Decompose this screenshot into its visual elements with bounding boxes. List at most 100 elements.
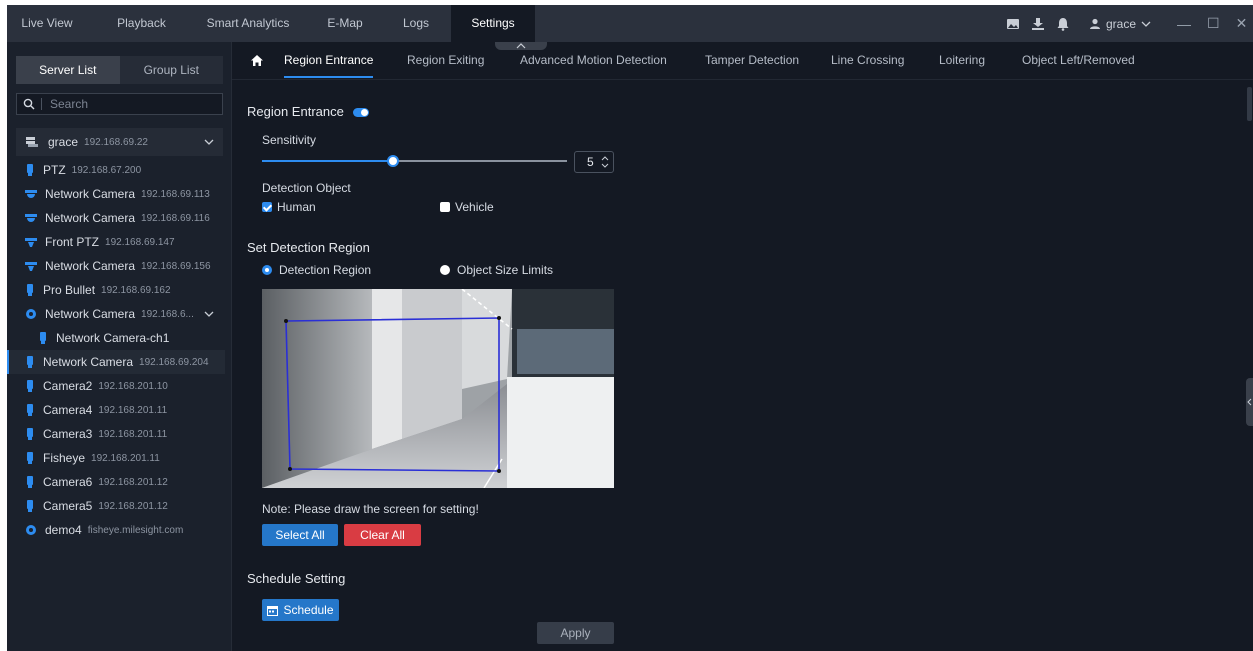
user-menu[interactable]: grace — [1089, 17, 1151, 31]
server-name: grace — [48, 135, 79, 149]
server-icon — [26, 137, 38, 147]
region-entrance-title: Region Entrance — [247, 104, 344, 119]
download-icon[interactable] — [1031, 17, 1045, 31]
device-ip: 192.168.201.11 — [91, 452, 160, 464]
region-entrance-toggle[interactable] — [353, 108, 369, 117]
device-name: Network Camera — [45, 259, 136, 273]
maximize-icon[interactable]: ☐ — [1207, 15, 1220, 32]
sensitivity-slider-knob[interactable] — [387, 155, 399, 167]
sensitivity-stepper[interactable]: 5 — [574, 151, 614, 173]
device-icon-wrap — [25, 404, 43, 416]
device-ip: fisheye.milesight.com — [87, 524, 184, 536]
device-icon-wrap — [25, 380, 43, 392]
set-detection-region-title: Set Detection Region — [247, 240, 370, 255]
device-name: Camera6 — [43, 475, 93, 489]
radio-detection-region[interactable]: Detection Region — [262, 263, 371, 277]
device-ip: 192.168.201.11 — [98, 404, 168, 416]
chevron-down-icon[interactable] — [204, 138, 214, 146]
scrollbar[interactable] — [1247, 87, 1252, 121]
device-icon-wrap — [25, 236, 45, 248]
device-name: Network Camera — [43, 355, 134, 369]
close-icon[interactable]: ✕ — [1236, 15, 1248, 32]
device-row[interactable]: Network Camera 192.168.69.204 — [7, 350, 225, 374]
radio-detection-region-label: Detection Region — [279, 263, 372, 277]
device-panel: Server List Group List Search grace 192.… — [7, 42, 231, 651]
device-row[interactable]: Camera2 192.168.201.10 — [16, 374, 223, 398]
tab-server-list[interactable]: Server List — [16, 56, 120, 84]
subtab-line-crossing[interactable]: Line Crossing — [831, 42, 904, 78]
right-panel-handle[interactable] — [1246, 378, 1253, 426]
top-toolbar: grace — ☐ ✕ — [1006, 5, 1247, 42]
chevron-down-icon[interactable] — [204, 310, 214, 318]
nav-tab-settings[interactable]: Settings — [451, 5, 535, 42]
image-icon[interactable] — [1006, 17, 1020, 31]
device-row[interactable]: Camera5 192.168.201.12 — [16, 494, 223, 518]
subtab-tamper-detection[interactable]: Tamper Detection — [705, 42, 799, 78]
camera-preview-image[interactable] — [262, 289, 614, 488]
draw-note: Note: Please draw the screen for setting… — [262, 502, 479, 516]
schedule-button[interactable]: Schedule — [262, 599, 339, 621]
device-row[interactable]: Network Camera 192.168.6... — [16, 302, 223, 326]
human-checkbox[interactable]: Human — [262, 200, 316, 214]
collapse-toolbar-handle[interactable] — [495, 42, 547, 50]
device-list-tabs: Server List Group List — [16, 56, 223, 84]
nav-tab-live-view[interactable]: Live View — [7, 5, 87, 42]
device-row[interactable]: demo4 fisheye.milesight.com — [16, 518, 223, 542]
device-name: Camera3 — [43, 427, 93, 441]
search-input[interactable]: Search — [16, 93, 223, 115]
device-row[interactable]: Camera4 192.168.201.11 — [16, 398, 223, 422]
device-row[interactable]: Network Camera 192.168.69.116 — [16, 206, 223, 230]
radio-object-size-limits[interactable]: Object Size Limits — [440, 263, 553, 277]
checkbox-checked-icon — [262, 202, 272, 212]
subtab-region-exiting[interactable]: Region Exiting — [407, 42, 484, 78]
camera-preview[interactable] — [262, 289, 614, 488]
device-icon-wrap — [25, 356, 43, 368]
tab-group-list[interactable]: Group List — [120, 56, 224, 84]
nav-tab-e-map[interactable]: E-Map — [307, 5, 383, 42]
bullet-camera-icon — [27, 476, 33, 488]
device-row[interactable]: Front PTZ 192.168.69.147 — [16, 230, 223, 254]
server-ip: 192.168.69.22 — [84, 136, 148, 148]
stepper-arrows-icon[interactable] — [601, 156, 609, 168]
device-row[interactable]: Network Camera-ch1 — [16, 326, 223, 350]
device-ip: 192.168.69.147 — [105, 236, 175, 248]
speed-dome-icon — [25, 238, 37, 247]
nav-tab-logs[interactable]: Logs — [385, 5, 447, 42]
device-row[interactable]: Network Camera 192.168.69.113 — [16, 182, 223, 206]
device-row[interactable]: Fisheye 192.168.201.11 — [16, 446, 223, 470]
home-icon[interactable] — [250, 54, 264, 67]
calendar-icon — [267, 605, 279, 616]
device-row[interactable]: Pro Bullet 192.168.69.162 — [16, 278, 223, 302]
detection-subtabs: Region Entrance Region Exiting Advanced … — [232, 42, 1253, 80]
vehicle-checkbox[interactable]: Vehicle — [440, 200, 494, 214]
subtab-region-entrance[interactable]: Region Entrance — [284, 42, 374, 78]
device-row[interactable]: Network Camera 192.168.69.156 — [16, 254, 223, 278]
bell-icon[interactable] — [1056, 17, 1070, 31]
dome-camera-icon — [25, 190, 37, 198]
subtab-loitering[interactable]: Loitering — [939, 42, 985, 78]
bullet-camera-icon — [27, 284, 33, 296]
select-all-button[interactable]: Select All — [262, 524, 338, 546]
device-row[interactable]: Camera6 192.168.201.12 — [16, 470, 223, 494]
clear-all-button[interactable]: Clear All — [344, 524, 421, 546]
fisheye-icon — [26, 525, 36, 535]
radio-unselected-icon — [440, 265, 450, 275]
device-ip: 192.168.69.113 — [141, 188, 210, 200]
server-row-grace[interactable]: grace 192.168.69.22 — [16, 128, 223, 156]
device-ip: 192.168.201.10 — [98, 380, 168, 392]
sensitivity-value: 5 — [587, 155, 594, 169]
schedule-setting-title: Schedule Setting — [247, 571, 346, 586]
subtab-object-left-removed[interactable]: Object Left/Removed — [1022, 42, 1135, 78]
apply-button[interactable]: Apply — [537, 622, 614, 644]
device-icon-wrap — [25, 500, 43, 512]
device-name: Camera4 — [43, 403, 93, 417]
search-icon — [23, 98, 35, 110]
nav-tab-playback[interactable]: Playback — [99, 5, 184, 42]
minimize-icon[interactable]: — — [1177, 16, 1191, 32]
device-row[interactable]: PTZ 192.168.67.200 — [16, 158, 223, 182]
device-ip: 192.168.69.156 — [141, 260, 211, 272]
search-placeholder: Search — [50, 97, 89, 111]
device-row[interactable]: Camera3 192.168.201.11 — [16, 422, 223, 446]
device-name: Camera2 — [43, 379, 93, 393]
nav-tab-smart-analytics[interactable]: Smart Analytics — [193, 5, 303, 42]
